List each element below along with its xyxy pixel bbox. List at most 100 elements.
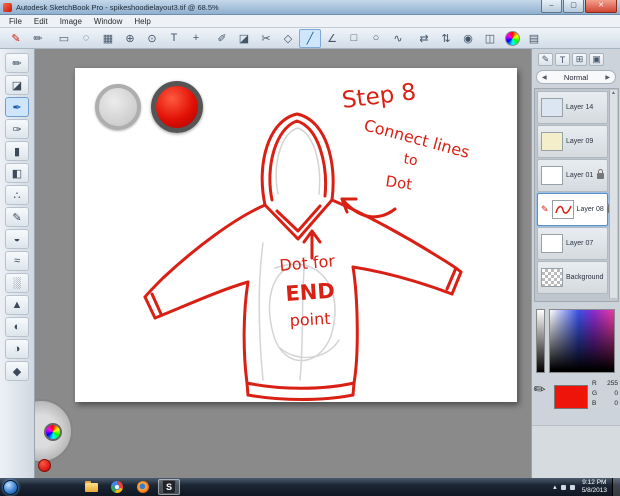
transform-tool-icon[interactable]: ◇	[277, 29, 299, 48]
color-gradient-square[interactable]	[549, 309, 615, 373]
panel-pencil-icon[interactable]: ✎	[538, 53, 553, 66]
tool-pencil-icon[interactable]: ✏	[5, 53, 29, 73]
tool-airbrush-icon[interactable]: ∴	[5, 185, 29, 205]
layer-row-14[interactable]: Layer 14	[537, 91, 608, 124]
cut-tool-icon[interactable]: ✂	[255, 29, 277, 48]
menu-edit[interactable]: Edit	[28, 17, 54, 26]
active-layer-pen-icon: ✎	[541, 204, 549, 214]
tool-sharpen-icon[interactable]: ▲	[5, 295, 29, 315]
menu-file[interactable]: File	[3, 17, 28, 26]
value-slider[interactable]	[536, 309, 545, 373]
main-toolbar: ✎ ✏ ▭ ◌ ▦ ⊕ ⊙ T + ✐ ◪ ✂ ◇ ╱ ∠ □ ○ ∿ ⇄ ⇅ …	[0, 28, 620, 49]
explorer-taskbar-button[interactable]	[80, 479, 102, 495]
maximize-button[interactable]: ▢	[563, 0, 584, 13]
tool-marker-icon[interactable]: ▮	[5, 141, 29, 161]
layer-thumbnail	[541, 132, 563, 151]
canvas-area: Step 8 Connect lines to Dot Dot for END …	[35, 49, 531, 478]
annotation-dot-for: Dot for	[279, 251, 336, 275]
move-tool-icon[interactable]: +	[185, 29, 207, 48]
lasso-select-icon[interactable]: ◌	[75, 29, 97, 48]
layer-name: Layer 01	[566, 172, 594, 179]
color-wheel-icon[interactable]	[501, 29, 523, 48]
blend-prev-icon[interactable]: ◀	[542, 74, 547, 81]
brush-sets-icon[interactable]: ▤	[523, 29, 545, 48]
line-tool-icon[interactable]: ╱	[299, 28, 321, 48]
right-panel: ✎ T ⊞ ▣ ◀ Normal ▶ Layer 14 Layer 09 Lay…	[530, 49, 620, 478]
tool-eraser-icon[interactable]: ◪	[5, 75, 29, 95]
layer-row-09[interactable]: Layer 09	[537, 125, 608, 158]
b-value: 0	[614, 400, 618, 408]
magnifier-icon[interactable]: ⊙	[141, 29, 163, 48]
panel-text-icon[interactable]: T	[555, 53, 570, 66]
brush-library-icon[interactable]: ✎	[5, 29, 27, 48]
pencil-tool-icon[interactable]: ✐	[211, 29, 233, 48]
blend-next-icon[interactable]: ▶	[605, 74, 610, 81]
tool-paintbrush-icon[interactable]: ✎	[5, 207, 29, 227]
crop-icon[interactable]: ▦	[97, 29, 119, 48]
menu-image[interactable]: Image	[54, 17, 88, 26]
zoom-icon[interactable]: ⊕	[119, 29, 141, 48]
text-tool-icon[interactable]: T	[163, 29, 185, 48]
chrome-taskbar-button[interactable]	[106, 479, 128, 495]
blend-mode-selector[interactable]: ◀ Normal ▶	[536, 70, 616, 84]
tool-custom-brush-icon[interactable]: ◆	[5, 361, 29, 381]
add-layer-icon[interactable]: ⊞	[572, 53, 587, 66]
eraser-tool-icon[interactable]: ◪	[233, 29, 255, 48]
scroll-up-icon[interactable]: ▲	[611, 90, 616, 96]
tool-dodge-icon[interactable]: ◐	[5, 317, 29, 337]
drawing-canvas[interactable]: Step 8 Connect lines to Dot Dot for END …	[75, 68, 517, 402]
layer-row-01[interactable]: Layer 01	[537, 159, 608, 192]
layer-row-07[interactable]: Layer 07	[537, 227, 608, 260]
b-label: B	[592, 400, 597, 408]
current-color-swatch[interactable]	[554, 385, 588, 409]
marquee-select-icon[interactable]: ▭	[53, 29, 75, 48]
rgb-readout: R 255 G 0 B 0	[592, 379, 618, 409]
start-button[interactable]	[3, 479, 18, 495]
layer-row-background[interactable]: Background	[537, 261, 608, 294]
lagoon-widget[interactable]	[35, 399, 73, 463]
flip-horizontal-icon[interactable]: ⇄	[413, 29, 435, 48]
tool-flood-fill-icon[interactable]: ◒	[5, 229, 29, 249]
symmetry-icon[interactable]: ◫	[479, 29, 501, 48]
tool-chisel-icon[interactable]: ◧	[5, 163, 29, 183]
tool-smear-icon[interactable]: ≈	[5, 251, 29, 271]
brush-editor-icon[interactable]: ✏	[27, 29, 49, 48]
r-value: 255	[607, 380, 618, 387]
gray-color-puck[interactable]	[95, 84, 141, 130]
minimize-button[interactable]: –	[541, 0, 562, 13]
show-desktop-button[interactable]	[612, 478, 620, 496]
layer-row-08[interactable]: ✎ Layer 08	[537, 193, 614, 226]
taskbar-clock[interactable]: 9:12 PM 5/8/2013	[582, 479, 607, 495]
sketchbook-taskbar-button[interactable]: S	[158, 479, 180, 495]
lock-icon[interactable]	[597, 168, 604, 179]
annotation-step: Step 8	[341, 79, 418, 114]
tool-pen-icon[interactable]: ✒	[5, 97, 29, 117]
color-pencil-icon[interactable]: ✎	[530, 379, 550, 400]
tool-blur-icon[interactable]: ░	[5, 273, 29, 293]
tray-expand-icon[interactable]: ▴	[553, 483, 557, 491]
layer-name: Layer 07	[566, 240, 594, 247]
close-button[interactable]: ✕	[585, 0, 617, 13]
menu-help[interactable]: Help	[128, 17, 156, 26]
clock-date: 5/8/2013	[581, 487, 607, 494]
flip-vertical-icon[interactable]: ⇅	[435, 29, 457, 48]
polyline-tool-icon[interactable]: ∠	[321, 29, 343, 48]
network-icon[interactable]	[560, 484, 566, 490]
tool-ballpoint-icon[interactable]: ✑	[5, 119, 29, 139]
lagoon-color-wheel-icon[interactable]	[44, 423, 62, 441]
menu-window[interactable]: Window	[88, 17, 128, 26]
rectangle-tool-icon[interactable]: □	[343, 29, 365, 48]
volume-icon[interactable]	[569, 484, 575, 490]
ellipse-tool-icon[interactable]: ○	[365, 29, 387, 48]
layers-scrollbar[interactable]: ▲	[609, 90, 617, 298]
annotation-end: END	[285, 279, 336, 306]
tool-burn-icon[interactable]: ◑	[5, 339, 29, 359]
steady-stroke-icon[interactable]: ◉	[457, 29, 479, 48]
layer-name: Layer 08	[576, 206, 604, 213]
lagoon-brush-puck[interactable]	[38, 459, 51, 472]
layer-options-icon[interactable]: ▣	[589, 53, 604, 66]
red-color-puck[interactable]	[151, 81, 203, 133]
firefox-taskbar-button[interactable]	[132, 479, 154, 495]
annotation-to: to	[402, 151, 419, 169]
curve-tool-icon[interactable]: ∿	[387, 29, 409, 48]
